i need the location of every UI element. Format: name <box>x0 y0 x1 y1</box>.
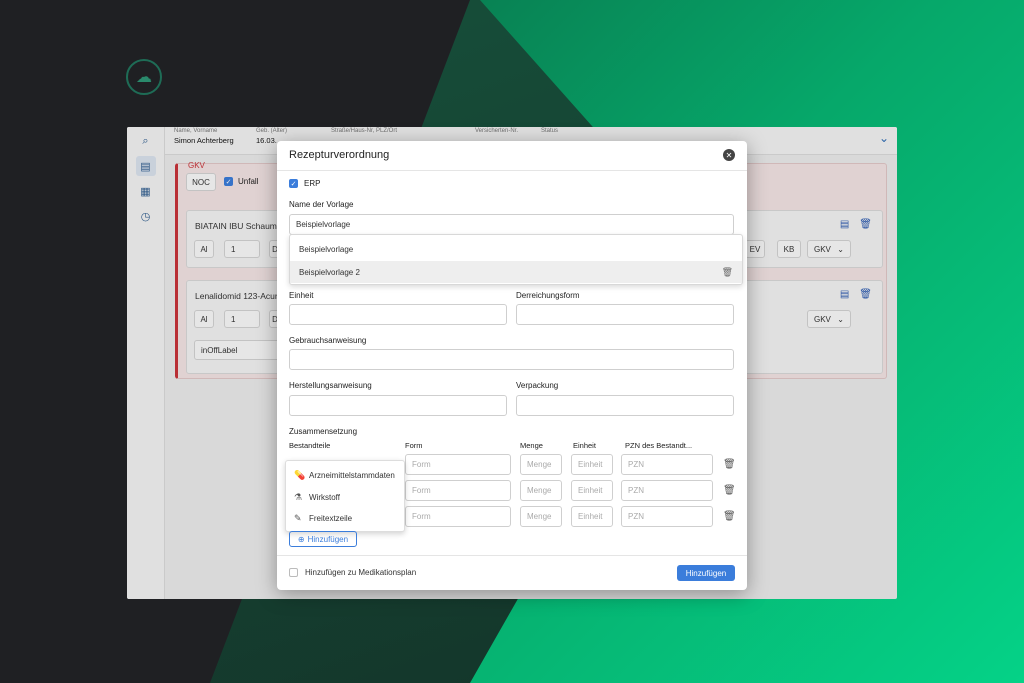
form-input[interactable]: Form <box>405 506 511 527</box>
footer-divider <box>277 555 747 556</box>
pzn-input[interactable]: PZN <box>621 506 713 527</box>
einheit-cell-input[interactable]: Einheit <box>571 506 613 527</box>
einheit-input[interactable] <box>289 304 507 325</box>
submit-button[interactable]: Hinzufügen <box>677 565 735 581</box>
add-row-button[interactable]: ⊕ Hinzufügen <box>289 531 357 547</box>
column-header: Einheit <box>573 441 596 450</box>
darreichung-input[interactable] <box>516 304 734 325</box>
zusammensetzung-label: Zusammensetzung <box>289 427 358 436</box>
trash-icon[interactable]: 🗑 <box>722 267 733 278</box>
check-icon: ✓ <box>289 179 298 188</box>
dropdown-option[interactable]: Beispielvorlage 2 🗑 <box>290 261 742 283</box>
form-input[interactable]: Form <box>405 454 511 475</box>
darreichung-label: Derreichungsform <box>516 291 580 300</box>
menge-input[interactable]: Menge <box>520 454 562 475</box>
column-header: PZN des Bestandt... <box>625 441 693 450</box>
herstellung-input[interactable] <box>289 395 507 416</box>
menu-item-freitext[interactable]: ✎ Freitextzeile <box>294 513 352 524</box>
template-label: Name der Vorlage <box>289 200 354 209</box>
form-input[interactable]: Form <box>405 480 511 501</box>
pzn-input[interactable]: PZN <box>621 454 713 475</box>
gebrauch-input[interactable] <box>289 349 734 370</box>
einheit-cell-input[interactable]: Einheit <box>571 454 613 475</box>
gebrauch-label: Gebrauchsanweisung <box>289 336 367 345</box>
menu-item-arzneimittel[interactable]: 💊 Arzneimittelstammdaten <box>294 470 395 481</box>
verpackung-label: Verpackung <box>516 381 559 390</box>
pencil-icon: ✎ <box>294 513 302 523</box>
einheit-label: Einheit <box>289 291 314 300</box>
dropdown-option[interactable]: Beispielvorlage <box>290 238 742 260</box>
dialog-title: Rezepturverordnung <box>289 149 390 161</box>
menu-item-wirkstoff[interactable]: ⚗ Wirkstoff <box>294 492 340 503</box>
column-header: Bestandteile <box>289 441 331 450</box>
einheit-cell-input[interactable]: Einheit <box>571 480 613 501</box>
trash-icon[interactable]: 🗑 <box>723 511 736 522</box>
menge-input[interactable]: Menge <box>520 506 562 527</box>
close-icon[interactable]: ✕ <box>723 149 735 161</box>
dropper-icon: ⚗ <box>294 492 303 502</box>
plus-circle-icon: ⊕ <box>297 534 305 544</box>
column-header: Form <box>405 441 423 450</box>
column-header: Menge <box>520 441 543 450</box>
pzn-input[interactable]: PZN <box>621 480 713 501</box>
pill-icon: 💊 <box>294 470 306 480</box>
cloud-logo-icon: ☁ <box>126 59 162 95</box>
bestandteil-context-menu: 💊 Arzneimittelstammdaten ⚗ Wirkstoff ✎ F… <box>285 460 405 532</box>
rezeptur-dialog: Rezepturverordnung ✕ ✓ ERP Name der Vorl… <box>277 141 747 590</box>
verpackung-input[interactable] <box>516 395 734 416</box>
template-dropdown: Beispielvorlage Beispielvorlage 2 🗑 <box>289 234 743 285</box>
trash-icon[interactable]: 🗑 <box>723 485 736 496</box>
menge-input[interactable]: Menge <box>520 480 562 501</box>
med-plan-checkbox[interactable] <box>289 568 298 577</box>
med-plan-label: Hinzufügen zu Medikationsplan <box>305 568 417 577</box>
template-input[interactable]: Beispielvorlage <box>289 214 734 235</box>
erp-checkbox[interactable]: ✓ ERP <box>289 179 320 188</box>
trash-icon[interactable]: 🗑 <box>723 459 736 470</box>
herstellung-label: Herstellungsanweisung <box>289 381 372 390</box>
